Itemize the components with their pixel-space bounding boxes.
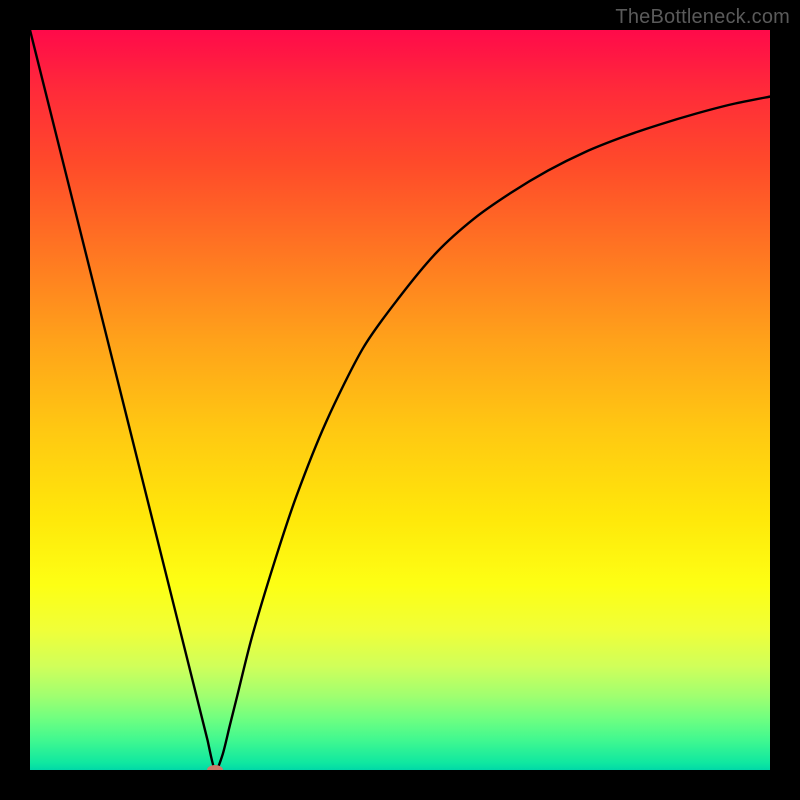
watermark-text: TheBottleneck.com	[615, 6, 790, 29]
curve-svg	[30, 30, 770, 770]
minimum-marker	[207, 765, 223, 770]
plot-area	[30, 30, 770, 770]
bottleneck-curve	[30, 30, 770, 770]
chart-frame: TheBottleneck.com	[0, 0, 800, 800]
